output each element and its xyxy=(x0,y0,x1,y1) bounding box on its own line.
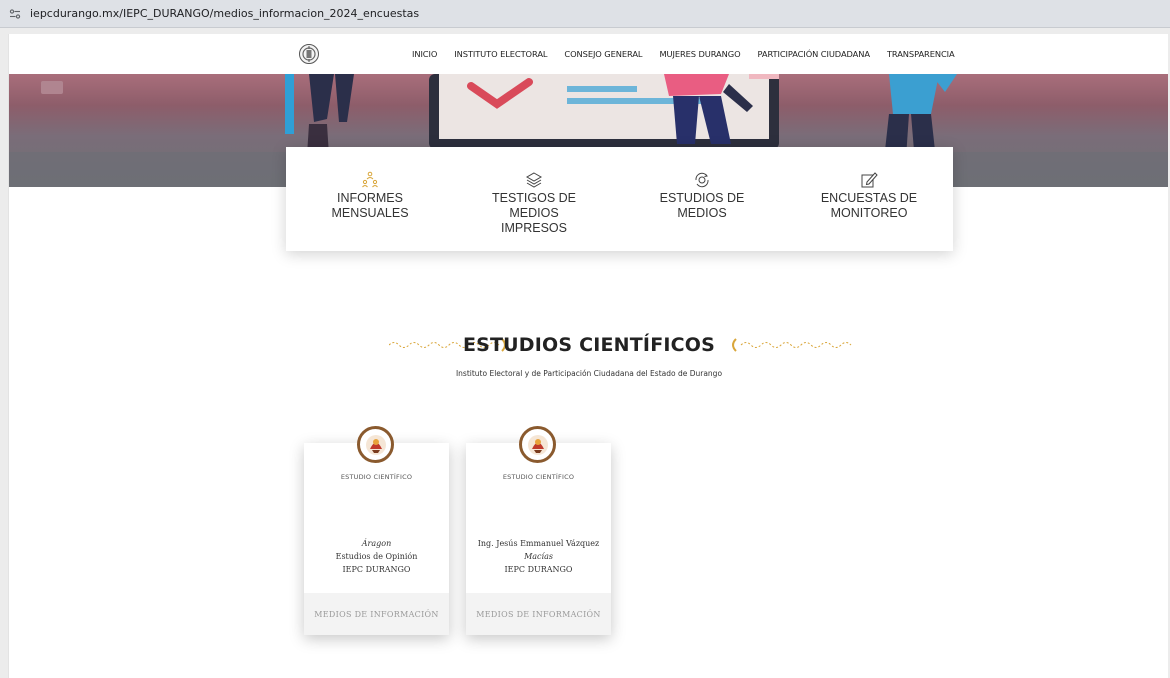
main-nav: INICIO INSTITUTO ELECTORAL CONSEJO GENER… xyxy=(412,34,955,74)
nav-mujeres-durango[interactable]: MUJERES DURANGO xyxy=(659,49,740,59)
section-heading: ESTUDIOS CIENTÍFICOS xyxy=(9,334,1168,356)
hero-menu-button[interactable] xyxy=(41,81,63,94)
top-navbar: INICIO INSTITUTO ELECTORAL CONSEJO GENER… xyxy=(9,34,1168,74)
study-card[interactable]: ESTUDIO CIENTÍFICO Áragon Estudios de Op… xyxy=(304,426,449,635)
study-card-link[interactable]: MEDIOS DE INFORMACIÓN xyxy=(304,593,449,635)
category-label-line2: IMPRESOS xyxy=(501,221,567,235)
site-settings-icon[interactable] xyxy=(8,7,22,21)
category-estudios-medios[interactable]: ESTUDIOS DE MEDIOS xyxy=(636,171,768,221)
study-card-header: ESTUDIO CIENTÍFICO xyxy=(340,473,413,481)
category-testigos-medios[interactable]: TESTIGOS DE MEDIOS IMPRESOS xyxy=(468,171,600,236)
people-network-icon xyxy=(362,171,378,188)
url-text[interactable]: iepcdurango.mx/IEPC_DURANGO/medios_infor… xyxy=(30,7,419,20)
section-title: ESTUDIOS CIENTÍFICOS xyxy=(462,334,716,356)
nav-instituto-electoral[interactable]: INSTITUTO ELECTORAL xyxy=(454,49,547,59)
category-label: ESTUDIOS DE MEDIOS xyxy=(659,191,745,220)
study-emblem-icon xyxy=(519,426,556,463)
browser-address-bar[interactable]: iepcdurango.mx/IEPC_DURANGO/medios_infor… xyxy=(0,0,1170,28)
study-author-surname: Macías xyxy=(524,552,553,561)
study-card-body: Ing. Jesús Emmanuel Vázquez Macías IEPC … xyxy=(466,537,611,576)
study-company: Estudios de Opinión xyxy=(335,552,418,561)
study-institution: IEPC DURANGO xyxy=(342,565,411,574)
study-card-link[interactable]: MEDIOS DE INFORMACIÓN xyxy=(466,593,611,635)
study-card[interactable]: ESTUDIO CIENTÍFICO Ing. Jesús Emmanuel V… xyxy=(466,426,611,635)
study-card-header: ESTUDIO CIENTÍFICO xyxy=(502,473,575,481)
categories-card: INFORMES MENSUALES TESTIGOS DE MEDIOS IM… xyxy=(286,147,953,251)
edit-icon xyxy=(861,172,878,188)
category-label: TESTIGOS DE MEDIOS xyxy=(491,191,577,220)
nav-transparencia[interactable]: TRANSPARENCIA xyxy=(887,49,955,59)
nav-inicio[interactable]: INICIO xyxy=(412,49,437,59)
coin-refresh-icon xyxy=(695,172,709,188)
category-encuestas-monitoreo[interactable]: ENCUESTAS DE MONITOREO xyxy=(803,171,935,221)
study-emblem-icon xyxy=(357,426,394,463)
study-card-body: Áragon Estudios de Opinión IEPC DURANGO xyxy=(304,537,449,576)
nav-consejo-general[interactable]: CONSEJO GENERAL xyxy=(564,49,642,59)
study-author: Ing. Jesús Emmanuel Vázquez xyxy=(477,539,600,548)
category-label: ENCUESTAS DE xyxy=(820,191,918,205)
iepc-logo-icon[interactable] xyxy=(298,43,320,65)
category-informes-mensuales[interactable]: INFORMES MENSUALES xyxy=(304,171,436,221)
category-label-line2: MONITOREO xyxy=(830,206,908,220)
section-subtitle: Instituto Electoral y de Participación C… xyxy=(455,369,723,378)
study-institution: IEPC DURANGO xyxy=(504,565,573,574)
page-viewport: INICIO INSTITUTO ELECTORAL CONSEJO GENER… xyxy=(8,34,1168,678)
category-label: INFORMES MENSUALES xyxy=(331,191,409,220)
layers-icon xyxy=(525,172,543,188)
decorative-flourish-right-icon xyxy=(732,338,852,352)
nav-participacion-ciudadana[interactable]: PARTICIPACIÓN CIUDADANA xyxy=(758,49,871,59)
study-author: Áragon xyxy=(361,539,392,548)
